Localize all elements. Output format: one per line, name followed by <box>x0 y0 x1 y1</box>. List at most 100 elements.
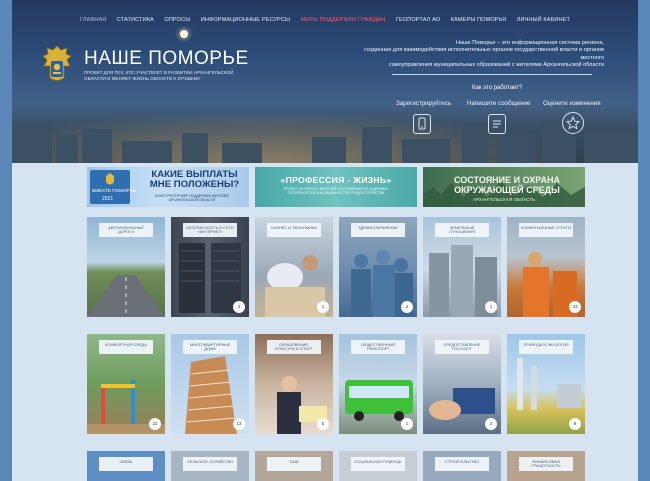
building <box>362 127 392 163</box>
tile-count-badge: 1 <box>401 418 413 430</box>
category-tile-nature-ecology[interactable]: ПРИРОДА И ЭКОЛОГИЯ 9 <box>507 334 585 434</box>
category-tile-business[interactable]: БИЗНЕС И ЭКОНОМИКА 1 <box>255 217 333 317</box>
rate-changes-link[interactable]: Оцените изменения <box>543 100 601 107</box>
building <box>497 133 535 163</box>
building <box>182 133 208 163</box>
tile-count-badge: 3 <box>233 301 245 313</box>
banner-title: КАКИЕ ВЫПЛАТЫ МНЕ ПОЛОЖЕНЫ? <box>149 169 240 190</box>
moon <box>180 30 188 38</box>
edit-document-icon[interactable] <box>488 114 506 134</box>
intro-text: Наше Поморье – это информационная систем… <box>354 40 604 70</box>
intro-line-2: созданная для взаимодействия исполнитель… <box>364 47 604 61</box>
vmeste-pomorye-logo: ВМЕСТЕ ПОМОРЬЕ 2021 <box>90 170 136 204</box>
category-tile-communications[interactable]: СВЯЗЬ <box>87 451 165 481</box>
category-tile-internet-safety[interactable]: БЕЗОПАСНОСТЬ В СЕТИ «ИНТЕРНЕТ» 3 <box>171 217 249 317</box>
brand-name: НАШЕ ПОМОРЬЕ <box>84 48 249 69</box>
nav-item-polls[interactable]: ОПРОСЫ <box>164 17 190 23</box>
site-header: ГЛАВНАЯ СТАТИСТИКА ОПРОСЫ ИНФОРМАЦИОННЫЕ… <box>12 0 638 163</box>
tile-label: ПРЕДОСТАВЛЕНИЕ ГОСУСЛУГ <box>435 340 489 354</box>
category-tile-utilities[interactable]: КОММУНАЛЬНЫЕ УСЛУГИ 33 <box>507 217 585 317</box>
star-badge-icon[interactable] <box>562 112 584 134</box>
tile-label: СВЯЗЬ <box>99 457 153 471</box>
tile-count-badge: 13 <box>233 418 245 430</box>
how-it-works-label: Как это работает? <box>472 85 523 91</box>
tile-label: АВТОМОБИЛЬНЫЕ ДОРОГИ <box>99 223 153 237</box>
tile-label: ОБЩЕСТВЕННЫЙ ТРАНСПОРТ <box>351 340 405 354</box>
tile-count-badge: 5 <box>317 418 329 430</box>
tile-label: СМИ <box>267 457 321 471</box>
category-tile-roads[interactable]: АВТОМОБИЛЬНЫЕ ДОРОГИ <box>87 217 165 317</box>
tile-label: ФИНАНСОВАЯ ГРАМОТНОСТЬ <box>519 457 573 471</box>
vmeste-pomorye-text: ВМЕСТЕ ПОМОРЬЕ <box>92 188 136 193</box>
nav-item-statistics[interactable]: СТАТИСТИКА <box>117 17 154 23</box>
building <box>462 123 488 163</box>
building <box>584 129 638 163</box>
tile-label: ОБРАЗОВАНИЕ, КУЛЬТУРА И СПОРТ <box>267 340 321 354</box>
vmeste-pomorye-year: 2021 <box>102 196 114 202</box>
tile-label: БЕЗОПАСНОСТЬ В СЕТИ «ИНТЕРНЕТ» <box>183 223 237 237</box>
phone-icon[interactable] <box>413 114 431 134</box>
banner-title: «ПРОФЕССИЯ - ЖИЗНЬ» <box>280 175 392 185</box>
main-content: ВМЕСТЕ ПОМОРЬЕ 2021 КАКИЕ ВЫПЛАТЫ МНЕ ПО… <box>12 163 638 481</box>
crest-small-icon <box>106 173 114 185</box>
tile-count-badge: 2 <box>401 301 413 313</box>
banner-profession-life[interactable]: «ПРОФЕССИЯ - ЖИЗНЬ» ПРОЕКТ ПО ОПРОСУ ЖИТ… <box>255 167 417 207</box>
pencil-glyph-icon <box>493 120 501 128</box>
nav-item-support-measures[interactable]: МЕРЫ ПОДДЕРЖКИ ГРАЖДАН <box>300 17 385 23</box>
tile-label: ЗЕМЕЛЬНЫЕ ОТНОШЕНИЯ <box>435 223 489 237</box>
star-glyph-icon <box>565 115 581 130</box>
category-tile-financial-literacy[interactable]: ФИНАНСОВАЯ ГРАМОТНОСТЬ <box>507 451 585 481</box>
phone-glyph-icon <box>418 117 426 130</box>
region-crest-icon <box>42 45 72 81</box>
tile-label: КОММУНАЛЬНЫЕ УСЛУГИ <box>519 223 573 237</box>
tile-count-badge: 22 <box>149 418 161 430</box>
nav-item-info-resources[interactable]: ИНФОРМАЦИОННЫЕ РЕСУРСЫ <box>201 17 290 23</box>
top-navigation: ГЛАВНАЯ СТАТИСТИКА ОПРОСЫ ИНФОРМАЦИОННЫЕ… <box>12 8 638 26</box>
category-tile-social-help[interactable]: СОЦИАЛЬНАЯ ПОМОЩЬ <box>339 451 417 481</box>
brand-tagline: ПРОЕКТ ДЛЯ ТЕХ, КТО УЧАСТВУЕТ В РАЗВИТИИ… <box>84 70 234 81</box>
category-tile-public-transport[interactable]: ОБЩЕСТВЕННЫЙ ТРАНСПОРТ 1 <box>339 334 417 434</box>
building <box>222 143 262 163</box>
nav-item-cameras[interactable]: КАМЕРЫ ПОМОРЬЯ <box>451 17 507 23</box>
category-tile-education[interactable]: ОБРАЗОВАНИЕ, КУЛЬТУРА И СПОРТ 5 <box>255 334 333 434</box>
tile-label: МНОГОКВАРТИРНЫЕ ДОМА <box>183 340 237 354</box>
building <box>82 129 112 163</box>
nav-item-geoportal[interactable]: ГЕОПОРТАЛ АО <box>396 17 440 23</box>
banner-support-payments[interactable]: ВМЕСТЕ ПОМОРЬЕ 2021 КАКИЕ ВЫПЛАТЫ МНЕ ПО… <box>87 167 249 207</box>
category-tile-healthcare[interactable]: ЗДРАВООХРАНЕНИЕ 2 <box>339 217 417 317</box>
tile-label: КОМФОРТНАЯ СРЕДА <box>99 340 153 354</box>
category-tile-agriculture[interactable]: СЕЛЬСКОЕ ХОЗЯЙСТВО <box>171 451 249 481</box>
nav-item-account[interactable]: ЛИЧНЫЙ КАБИНЕТ <box>517 17 570 23</box>
tile-label: СТРОИТЕЛЬСТВО <box>435 457 489 471</box>
category-tile-public-services[interactable]: ПРЕДОСТАВЛЕНИЕ ГОСУСЛУГ 2 <box>423 334 501 434</box>
site-logo[interactable]: НАШЕ ПОМОРЬЕ ПРОЕКТ ДЛЯ ТЕХ, КТО УЧАСТВУ… <box>40 44 270 86</box>
building <box>12 125 52 163</box>
nav-item-home[interactable]: ГЛАВНАЯ <box>80 17 106 23</box>
banner-subtitle: АРХАНГЕЛЬСКАЯ ОБЛАСТЬ <box>472 197 536 202</box>
tile-label: ЗДРАВООХРАНЕНИЕ <box>351 223 405 237</box>
category-tile-land-relations[interactable]: ЗЕМЕЛЬНЫЕ ОТНОШЕНИЯ 1 <box>423 217 501 317</box>
category-tile-comfort-environment[interactable]: КОМФОРТНАЯ СРЕДА 22 <box>87 334 165 434</box>
category-tile-media[interactable]: СМИ <box>255 451 333 481</box>
category-tile-apartment-buildings[interactable]: МНОГОКВАРТИРНЫЕ ДОМА 13 <box>171 334 249 434</box>
tile-label: ПРИРОДА И ЭКОЛОГИЯ <box>519 340 573 354</box>
tile-count-badge: 9 <box>569 418 581 430</box>
banner-environment[interactable]: СОСТОЯНИЕ И ОХРАНА ОКРУЖАЮЩЕЙ СРЕДЫ АРХА… <box>423 167 585 207</box>
write-message-link[interactable]: Напишите сообщение <box>467 100 530 107</box>
tile-label: СЕЛЬСКОЕ ХОЗЯЙСТВО <box>183 457 237 471</box>
divider <box>392 74 592 75</box>
banner-subtitle: КОНСТРУКТОР МЕР ПОДДЕРЖКИ ЖИТЕЛЕЙ АРХАНГ… <box>155 194 229 202</box>
tile-count-badge: 2 <box>485 418 497 430</box>
banner-title: СОСТОЯНИЕ И ОХРАНА ОКРУЖАЮЩЕЙ СРЕДЫ <box>454 175 560 195</box>
tile-label: БИЗНЕС И ЭКОНОМИКА <box>267 223 321 237</box>
register-link[interactable]: Зарегистрируйтесь <box>396 100 451 107</box>
building <box>402 139 450 163</box>
category-tile-construction[interactable]: СТРОИТЕЛЬСТВО <box>423 451 501 481</box>
building <box>312 137 346 163</box>
intro-line-3: самоуправления муниципальных образований… <box>388 62 604 69</box>
banner-subtitle: ПРОЕКТ ПО ОПРОСУ ЖИТЕЛЕЙ ПО ИЗУЧЕНИЮ ИХ … <box>283 187 389 196</box>
building <box>56 135 78 163</box>
city-panorama <box>12 103 638 163</box>
tile-count-badge: 1 <box>485 301 497 313</box>
building <box>122 141 172 163</box>
